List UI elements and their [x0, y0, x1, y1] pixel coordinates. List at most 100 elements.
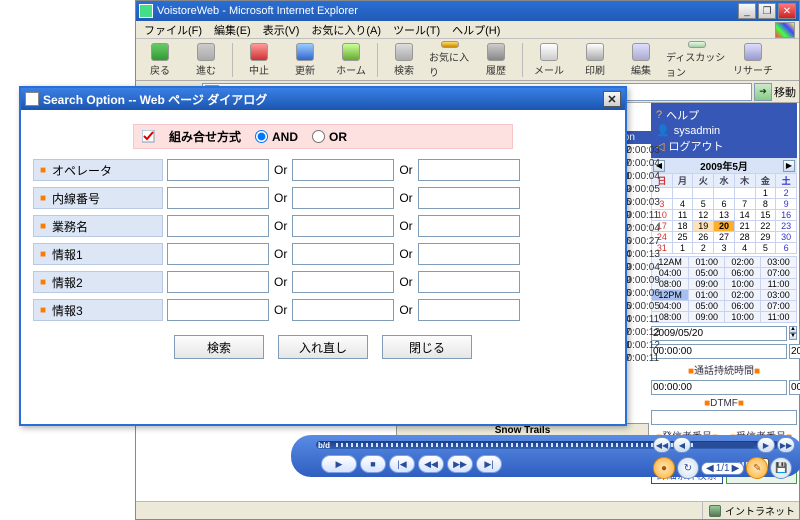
dialog-search-button[interactable]: 検索	[174, 335, 264, 359]
calendar-day[interactable]: 30	[776, 232, 797, 243]
criteria-input-5-1[interactable]	[167, 299, 269, 321]
date-from-input[interactable]	[651, 326, 787, 341]
toolbar-favorites-button[interactable]: お気に入り	[428, 40, 472, 80]
time-cell[interactable]: 03:00	[761, 290, 797, 301]
dialog-close-button[interactable]: ✕	[603, 91, 621, 107]
time-cell[interactable]: 10:00	[725, 279, 761, 290]
track-step-fwd-button[interactable]: ▶	[757, 437, 775, 453]
calendar[interactable]: 日月火水木金土 12345678910111213141516171819202…	[651, 173, 797, 254]
time-cell[interactable]: 02:00	[725, 257, 761, 268]
dtmf-input[interactable]	[651, 410, 797, 425]
toolbar-edit-button[interactable]: 編集	[619, 40, 663, 80]
calendar-next-button[interactable]: ▶	[783, 160, 795, 172]
time-cell[interactable]: 01:00	[689, 290, 725, 301]
calendar-day[interactable]: 1	[755, 188, 776, 199]
player-prev-button[interactable]: |◀	[389, 455, 415, 473]
calendar-day[interactable]	[693, 188, 714, 199]
time-cell[interactable]: 02:00	[725, 290, 761, 301]
criteria-input-1-1[interactable]	[167, 187, 269, 209]
calendar-day[interactable]: 15	[755, 210, 776, 221]
player-forward-button[interactable]: ▶▶	[447, 455, 473, 473]
criteria-input-1-2[interactable]	[292, 187, 394, 209]
calendar-day[interactable]: 2	[776, 188, 797, 199]
track-next-button[interactable]: ▶▶	[777, 437, 795, 453]
call-duration-from[interactable]	[651, 380, 787, 395]
dialog-reset-button[interactable]: 入れ直し	[278, 335, 368, 359]
menu-file[interactable]: ファイル(F)	[140, 22, 206, 38]
toolbar-forward-button[interactable]: 進む	[184, 40, 228, 80]
toolbar-research-button[interactable]: リサーチ	[731, 40, 775, 80]
calendar-day[interactable]: 8	[755, 199, 776, 210]
time-cell[interactable]: 06:00	[725, 268, 761, 279]
time-to-input[interactable]	[789, 344, 800, 359]
track-save-button[interactable]: 💾	[770, 457, 792, 479]
calendar-day[interactable]: 13	[714, 210, 735, 221]
time-cell[interactable]: 09:00	[689, 312, 725, 323]
menu-favorites[interactable]: お気に入り(A)	[307, 22, 385, 38]
combination-checkbox[interactable]	[142, 130, 155, 143]
dialog-titlebar[interactable]: Search Option -- Web ページ ダイアログ ✕	[21, 88, 625, 110]
call-duration-to[interactable]	[789, 380, 800, 395]
track-record-button[interactable]: ●	[653, 457, 675, 479]
calendar-day[interactable]: 22	[755, 221, 776, 232]
date-from-spinner[interactable]: ▲▼	[789, 326, 797, 341]
time-cell[interactable]: 11:00	[761, 279, 797, 290]
toolbar-back-button[interactable]: 戻る	[138, 40, 182, 80]
menu-tools[interactable]: ツール(T)	[389, 22, 444, 38]
calendar-day[interactable]: 28	[734, 232, 755, 243]
time-cell[interactable]: 10:00	[725, 312, 761, 323]
player-rewind-button[interactable]: ◀◀	[418, 455, 444, 473]
criteria-input-4-1[interactable]	[167, 271, 269, 293]
calendar-day[interactable]: 4	[734, 243, 755, 254]
calendar-day[interactable]: 21	[734, 221, 755, 232]
time-cell[interactable]: 07:00	[761, 301, 797, 312]
player-next-button[interactable]: ▶|	[476, 455, 502, 473]
dialog-close-action-button[interactable]: 閉じる	[382, 335, 472, 359]
calendar-day[interactable]: 23	[776, 221, 797, 232]
calendar-day[interactable]: 1	[672, 243, 693, 254]
track-seek[interactable]	[693, 442, 755, 448]
calendar-day[interactable]	[734, 188, 755, 199]
time-cell[interactable]: 03:00	[761, 257, 797, 268]
criteria-input-4-2[interactable]	[292, 271, 394, 293]
toolbar-print-button[interactable]: 印刷	[573, 40, 617, 80]
toolbar-home-button[interactable]: ホーム	[329, 40, 373, 80]
criteria-input-2-2[interactable]	[292, 215, 394, 237]
calendar-day[interactable]: 25	[672, 232, 693, 243]
calendar-day[interactable]: 20	[714, 221, 735, 232]
criteria-input-0-1[interactable]	[167, 159, 269, 181]
criteria-input-2-1[interactable]	[167, 215, 269, 237]
player-play-button[interactable]: ▶	[321, 455, 357, 473]
calendar-day[interactable]: 6	[714, 199, 735, 210]
and-radio[interactable]	[255, 130, 268, 143]
time-cell[interactable]: 06:00	[725, 301, 761, 312]
criteria-input-1-3[interactable]	[418, 187, 520, 209]
calendar-day[interactable]: 3	[714, 243, 735, 254]
criteria-input-4-3[interactable]	[418, 271, 520, 293]
calendar-day[interactable]: 6	[776, 243, 797, 254]
calendar-day[interactable]: 2	[693, 243, 714, 254]
calendar-day[interactable]: 5	[755, 243, 776, 254]
toolbar-mail-button[interactable]: メール	[527, 40, 571, 80]
window-minimize-button[interactable]: _	[738, 3, 756, 19]
window-restore-button[interactable]: ❐	[758, 3, 776, 19]
track-loop-button[interactable]: ↻	[677, 457, 699, 479]
calendar-day[interactable]: 11	[672, 210, 693, 221]
criteria-input-3-3[interactable]	[418, 243, 520, 265]
window-close-button[interactable]: ✕	[778, 3, 796, 19]
criteria-input-2-3[interactable]	[418, 215, 520, 237]
calendar-day[interactable]: 16	[776, 210, 797, 221]
calendar-day[interactable]	[714, 188, 735, 199]
menu-edit[interactable]: 編集(E)	[210, 22, 255, 38]
track-step-back-button[interactable]: ◀	[673, 437, 691, 453]
time-cell[interactable]: 01:00	[689, 257, 725, 268]
time-cell[interactable]: 05:00	[689, 301, 725, 312]
criteria-input-3-1[interactable]	[167, 243, 269, 265]
calendar-day[interactable]: 19	[693, 221, 714, 232]
criteria-input-5-3[interactable]	[418, 299, 520, 321]
calendar-day[interactable]: 7	[734, 199, 755, 210]
calendar-day[interactable]: 26	[693, 232, 714, 243]
help-link[interactable]: ヘルプ	[666, 107, 699, 123]
or-radio[interactable]	[312, 130, 325, 143]
calendar-day[interactable]: 9	[776, 199, 797, 210]
